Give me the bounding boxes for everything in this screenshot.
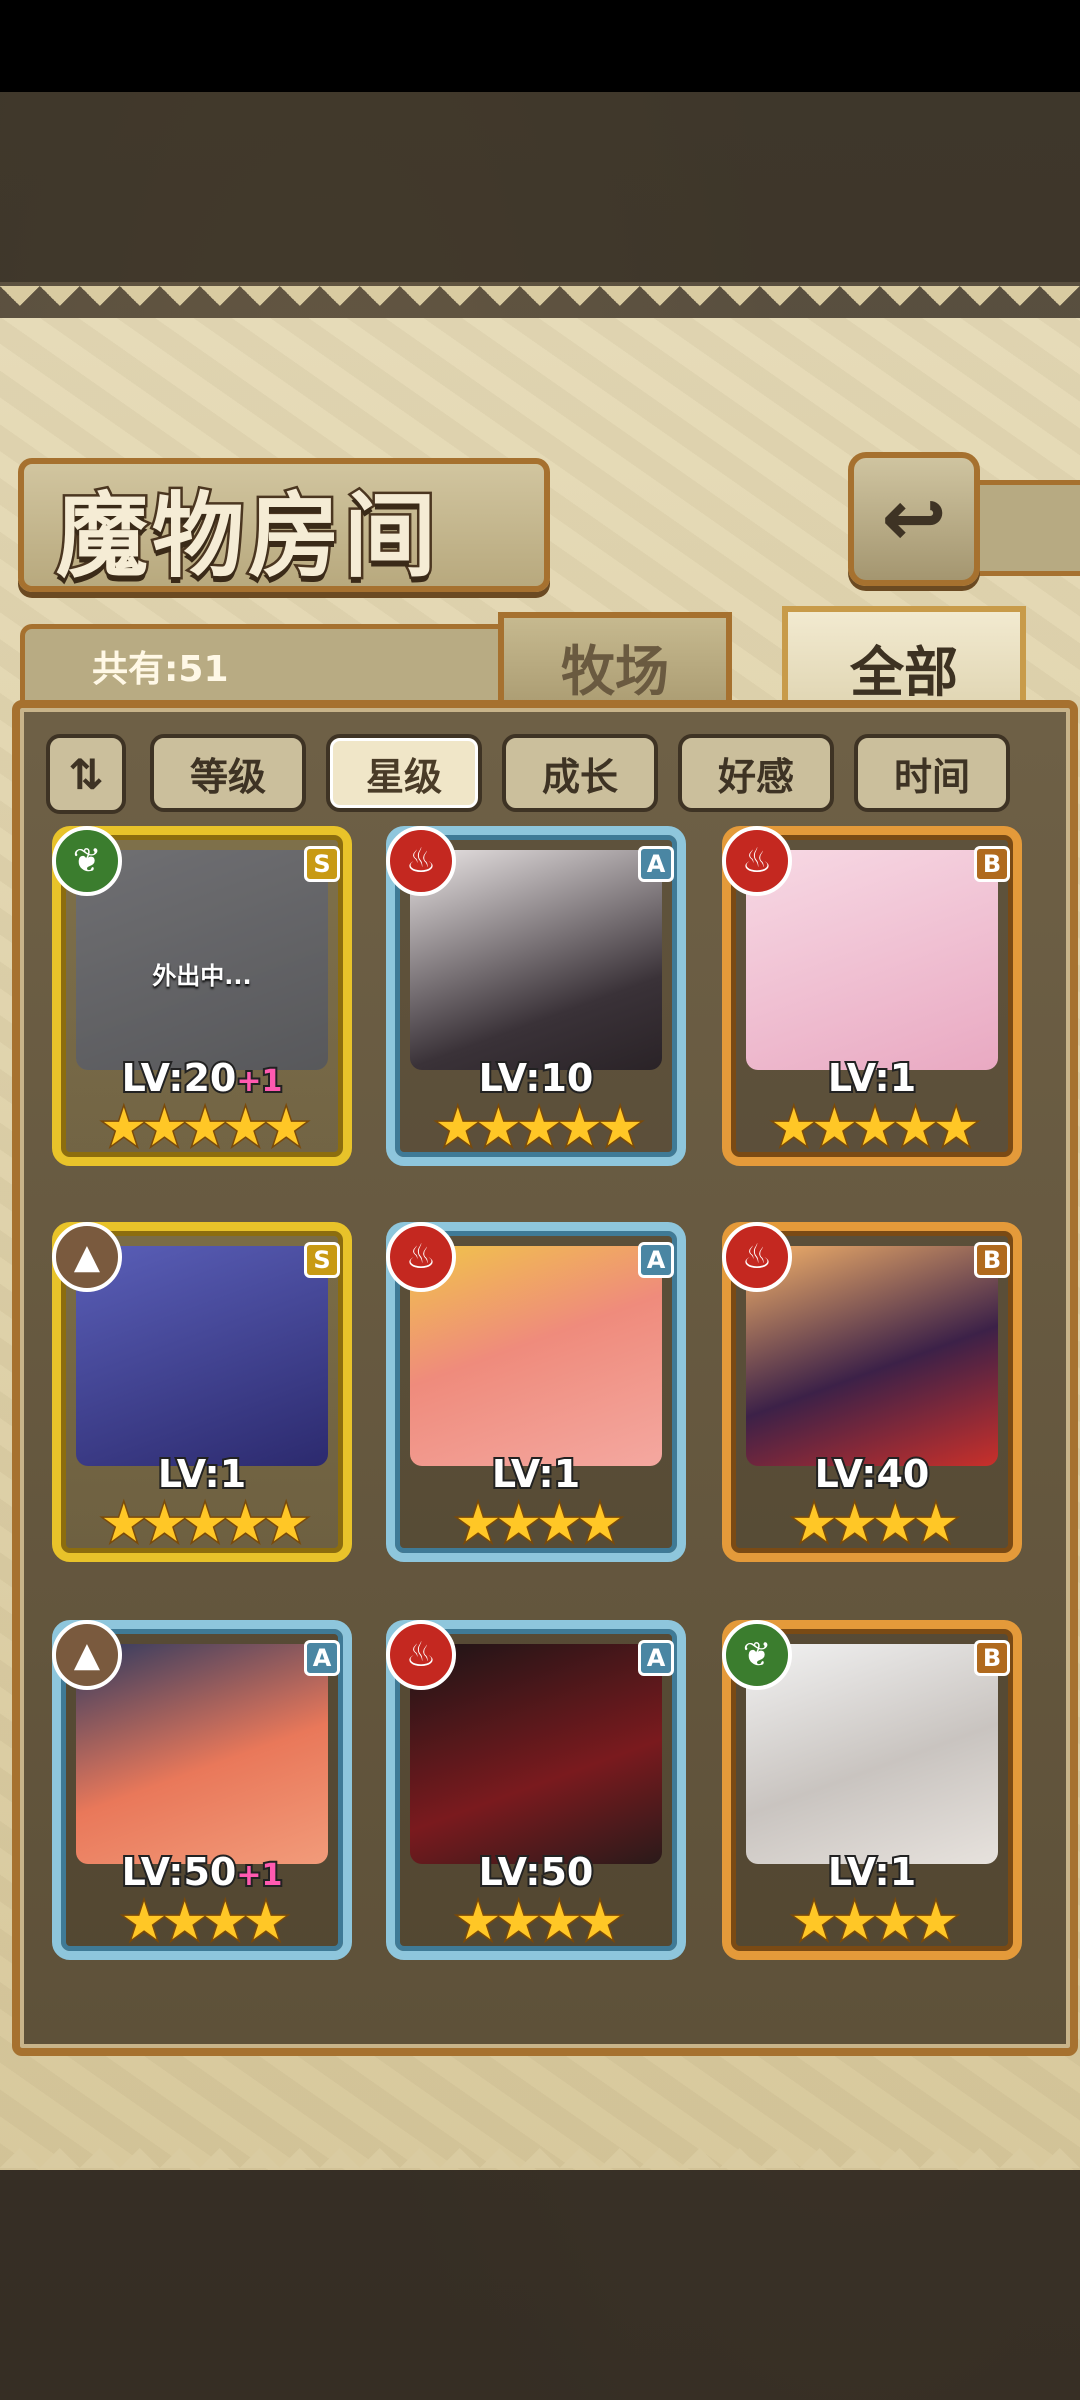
- fire-element-icon: ♨: [386, 1620, 456, 1690]
- page-title: 魔物房间: [53, 480, 441, 593]
- monster-count: 共有:51: [92, 649, 229, 690]
- star-rating: ★★★★: [789, 1892, 960, 1952]
- rank-badge: S: [304, 846, 340, 882]
- level-label: LV:1: [826, 1054, 918, 1102]
- star-rating: ★★★★: [453, 1892, 624, 1952]
- rank-badge: A: [638, 846, 674, 882]
- level-label: LV:1: [490, 1450, 582, 1498]
- monster-card[interactable]: ♨ A LV:10 ★★★★★: [386, 826, 686, 1166]
- level-label: LV:50+1: [120, 1848, 285, 1896]
- sort-order-icon[interactable]: ⇅: [46, 734, 126, 814]
- mountain-element-icon: ▲: [52, 1620, 122, 1690]
- sort-time-button[interactable]: 时间: [854, 734, 1010, 812]
- level-label: LV:40: [813, 1450, 932, 1498]
- rank-badge: B: [974, 1640, 1010, 1676]
- return-arrow-icon: ↩: [881, 474, 947, 564]
- rank-badge: A: [638, 1242, 674, 1278]
- fire-element-icon: ♨: [722, 1222, 792, 1292]
- back-button[interactable]: ↩: [848, 452, 980, 586]
- monster-card[interactable]: ♨ A LV:1 ★★★★: [386, 1222, 686, 1562]
- monster-card[interactable]: ♨ B LV:1 ★★★★★: [722, 826, 1022, 1166]
- monster-card[interactable]: ♨ B LV:40 ★★★★: [722, 1222, 1022, 1562]
- monster-card[interactable]: ▲ S LV:1 ★★★★★: [52, 1222, 352, 1562]
- fire-element-icon: ♨: [722, 826, 792, 896]
- level-label: LV:50: [477, 1848, 596, 1896]
- level-bonus: +1: [234, 1856, 284, 1895]
- sort-star-button[interactable]: 星级: [326, 734, 482, 812]
- sort-row: ⇅ 等级 星级 成长 好感 时间: [46, 734, 1046, 814]
- rank-badge: B: [974, 846, 1010, 882]
- fire-element-icon: ♨: [386, 1222, 456, 1292]
- sort-growth-button[interactable]: 成长: [502, 734, 658, 812]
- level-label: LV:1: [826, 1848, 918, 1896]
- star-rating: ★★★★: [789, 1494, 960, 1554]
- level-label: LV:20+1: [120, 1054, 285, 1102]
- star-rating: ★★★★★: [433, 1098, 645, 1158]
- parchment-top-edge: [0, 286, 1080, 326]
- sort-level-button[interactable]: 等级: [150, 734, 306, 812]
- fire-element-icon: ♨: [386, 826, 456, 896]
- monster-card[interactable]: ❦ B LV:1 ★★★★: [722, 1620, 1022, 1960]
- sort-affection-button[interactable]: 好感: [678, 734, 834, 812]
- leaf-element-icon: ❦: [722, 1620, 792, 1690]
- away-status: 外出中...: [152, 962, 252, 990]
- monster-card[interactable]: ▲ A LV:50+1 ★★★★: [52, 1620, 352, 1960]
- star-rating: ★★★★: [453, 1494, 624, 1554]
- level-bonus: +1: [234, 1062, 284, 1101]
- level-label: LV:1: [156, 1450, 248, 1498]
- star-rating: ★★★★★: [99, 1494, 311, 1554]
- star-rating: ★★★★★: [769, 1098, 981, 1158]
- parchment-bottom-edge: [0, 2128, 1080, 2168]
- rank-badge: A: [638, 1640, 674, 1676]
- monster-card[interactable]: ♨ A LV:50 ★★★★: [386, 1620, 686, 1960]
- star-rating: ★★★★: [119, 1892, 290, 1952]
- leaf-element-icon: ❦: [52, 826, 122, 896]
- status-bar: [0, 0, 1080, 92]
- rank-badge: S: [304, 1242, 340, 1278]
- monster-card[interactable]: 外出中... ❦ S LV:20+1 ★★★★★: [52, 826, 352, 1166]
- level-label: LV:10: [477, 1054, 596, 1102]
- star-rating: ★★★★★: [99, 1098, 311, 1158]
- mountain-element-icon: ▲: [52, 1222, 122, 1292]
- background-bottom-band: [0, 2170, 1080, 2400]
- rank-badge: A: [304, 1640, 340, 1676]
- rank-badge: B: [974, 1242, 1010, 1278]
- background-top-band: [0, 92, 1080, 282]
